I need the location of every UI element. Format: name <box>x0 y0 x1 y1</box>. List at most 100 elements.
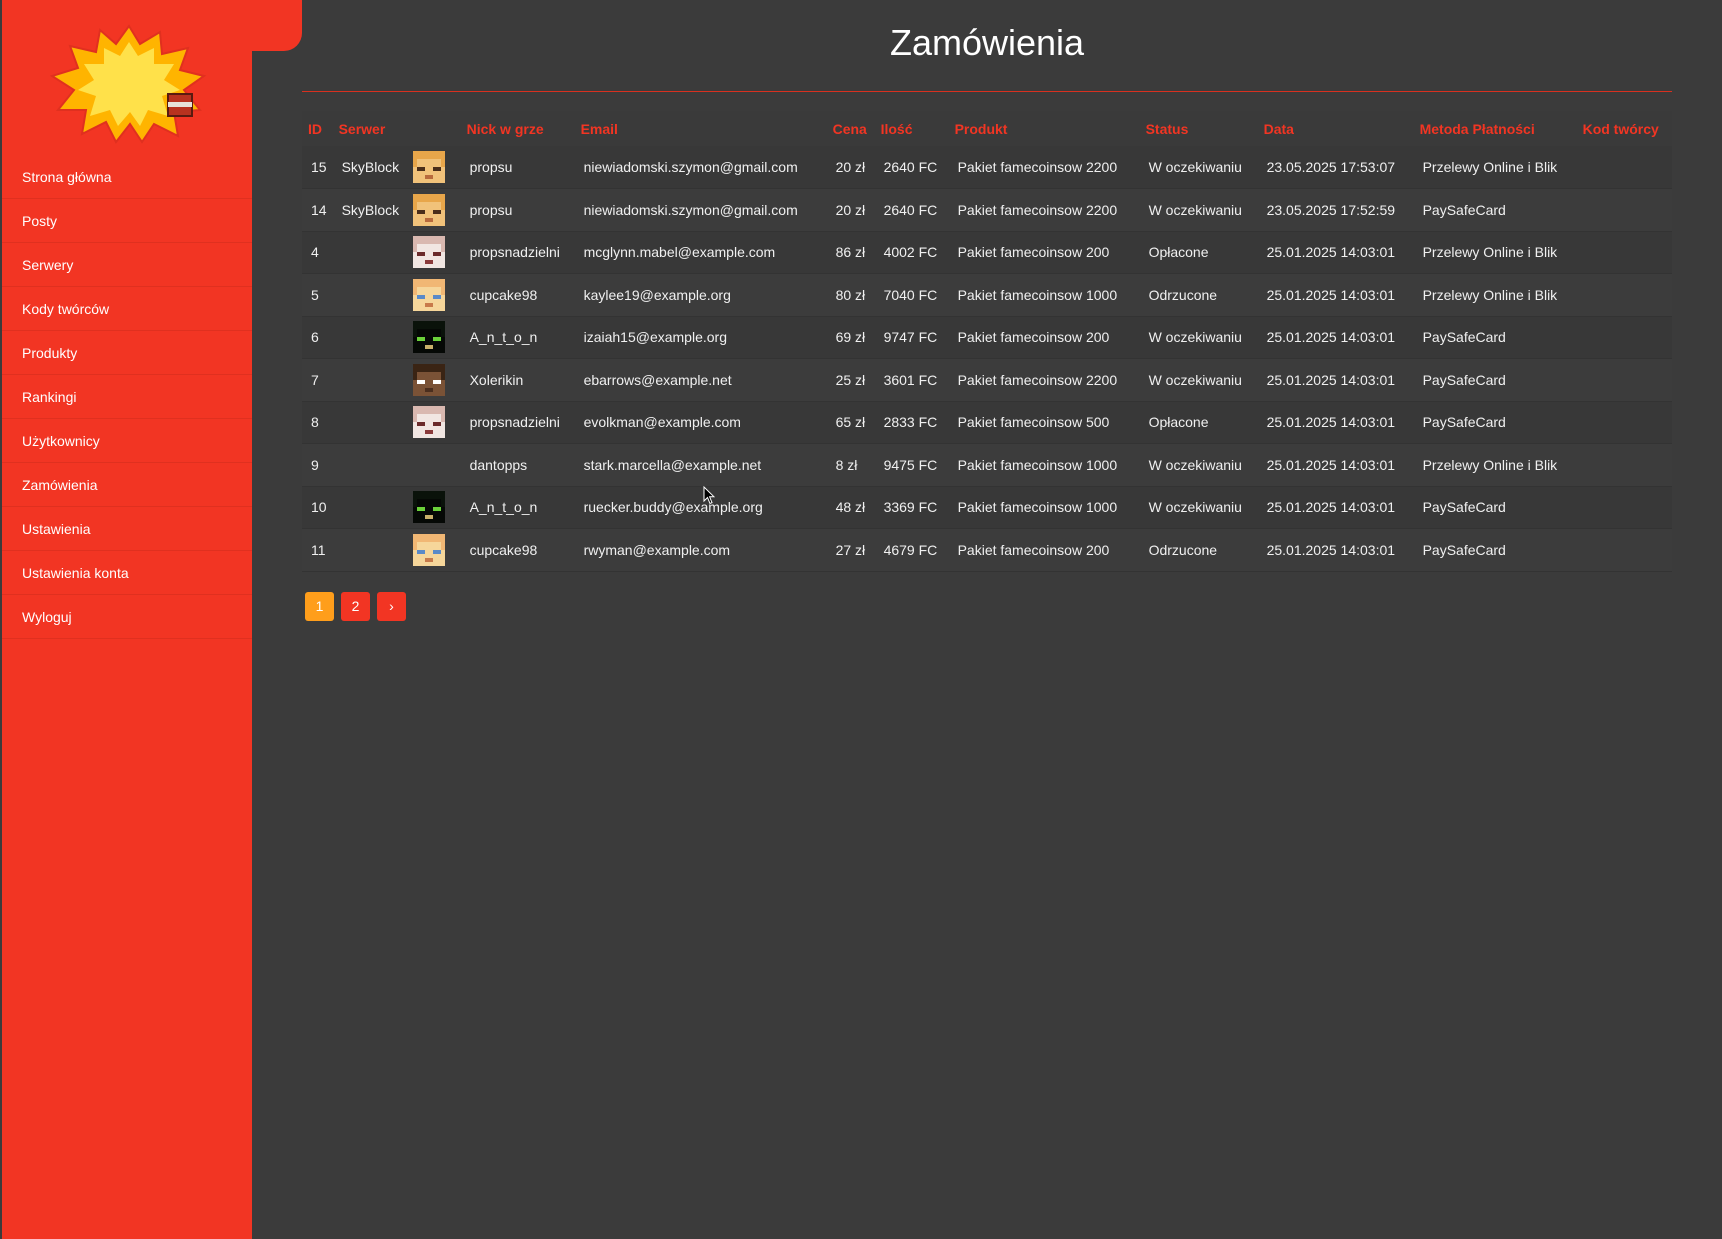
column-header-server[interactable]: Serwer <box>332 111 410 146</box>
order-nick: Xolerikin <box>460 358 575 402</box>
column-header-price[interactable]: Cena <box>826 111 875 146</box>
order-creator-code <box>1576 146 1672 189</box>
order-nick: propsnadzielni <box>460 231 575 274</box>
order-email: ebarrows@example.net <box>574 358 827 402</box>
player-avatar <box>409 528 461 572</box>
page-button-1[interactable]: 1 <box>305 591 334 621</box>
order-payment-method: Przelewy Online i Blik <box>1413 146 1577 189</box>
order-amount: 9475 FC <box>874 443 949 487</box>
order-price: 65 zł <box>826 401 875 444</box>
table-row[interactable]: 9 dantopps stark.marcella@example.net 8 zł 9… <box>302 443 1672 487</box>
sidebar-item-rankings[interactable]: Rankingi <box>2 375 252 419</box>
order-date: 25.01.2025 14:03:01 <box>1257 273 1414 317</box>
order-product: Pakiet famecoinsow 2200 <box>948 358 1140 402</box>
column-header-amount[interactable]: Ilość <box>874 111 949 146</box>
order-nick: A_n_t_o_n <box>460 316 575 359</box>
sidebar-item-orders[interactable]: Zamówienia <box>2 463 252 507</box>
order-nick: dantopps <box>460 443 575 487</box>
sidebar-item-posts[interactable]: Posty <box>2 199 252 243</box>
order-server <box>332 358 410 402</box>
order-nick: propsnadzielni <box>460 401 575 444</box>
order-payment-method: Przelewy Online i Blik <box>1413 273 1577 317</box>
sidebar-item-account-settings[interactable]: Ustawienia konta <box>2 551 252 595</box>
mouse-pointer-icon <box>703 486 715 505</box>
player-head-icon <box>412 321 445 354</box>
order-product: Pakiet famecoinsow 200 <box>948 316 1140 359</box>
famecraft-logo[interactable] <box>50 24 208 144</box>
order-status: Opłacone <box>1139 231 1258 274</box>
sidebar-item-servers[interactable]: Serwery <box>2 243 252 287</box>
order-creator-code <box>1576 231 1672 274</box>
table-row[interactable]: 15 SkyBlock propsu niewiadomski.szymon@gmai… <box>302 146 1672 189</box>
table-row[interactable]: 10 A_n_t_o_n ruecker.buddy@example.org 48 z… <box>302 486 1672 529</box>
order-product: Pakiet famecoinsow 1000 <box>948 443 1140 487</box>
table-row[interactable]: 6 A_n_t_o_n izaiah15@example.org 69 zł 9747 … <box>302 316 1672 359</box>
order-server <box>332 486 410 529</box>
order-email: evolkman@example.com <box>574 401 827 444</box>
column-header-date[interactable]: Data <box>1257 111 1414 146</box>
order-price: 25 zł <box>826 358 875 402</box>
sidebar-item-users[interactable]: Użytkownicy <box>2 419 252 463</box>
order-date: 25.01.2025 14:03:01 <box>1257 358 1414 402</box>
order-status: Opłacone <box>1139 401 1258 444</box>
column-header-status[interactable]: Status <box>1139 111 1258 146</box>
order-email: rwyman@example.com <box>574 528 827 572</box>
order-amount: 2640 FC <box>874 146 949 189</box>
table-row[interactable]: 5 cupcake98 kaylee19@example.org 80 zł 7040 … <box>302 273 1672 317</box>
table-row[interactable]: 8 propsnadzielni evolkman@example.com 65 zł… <box>302 401 1672 444</box>
player-avatar <box>409 358 461 402</box>
player-head-icon <box>412 236 445 269</box>
order-status: W oczekiwaniu <box>1139 486 1258 529</box>
order-status: W oczekiwaniu <box>1139 316 1258 359</box>
player-avatar <box>409 273 461 317</box>
order-payment-method: Przelewy Online i Blik <box>1413 443 1577 487</box>
order-amount: 2640 FC <box>874 188 949 232</box>
column-header-creator-code[interactable]: Kod twórcy <box>1576 111 1672 146</box>
order-creator-code <box>1576 443 1672 487</box>
table-row[interactable]: 7 Xolerikin ebarrows@example.net 25 zł 3601 … <box>302 358 1672 402</box>
column-header-email[interactable]: Email <box>574 111 827 146</box>
sidebar-corner-tab <box>250 0 302 51</box>
order-amount: 7040 FC <box>874 273 949 317</box>
order-email: stark.marcella@example.net <box>574 443 827 487</box>
player-avatar <box>409 188 461 232</box>
sidebar-item-logout[interactable]: Wyloguj <box>2 595 252 639</box>
order-price: 69 zł <box>826 316 875 359</box>
sidebar-item-creator-codes[interactable]: Kody twórców <box>2 287 252 331</box>
order-creator-code <box>1576 486 1672 529</box>
column-header-avatar <box>409 111 461 146</box>
column-header-nick[interactable]: Nick w grze <box>460 111 575 146</box>
order-server <box>332 273 410 317</box>
sidebar: Strona główna Posty Serwery Kody twórców… <box>2 0 252 1239</box>
player-avatar <box>409 486 461 529</box>
column-header-payment-method[interactable]: Metoda Płatności <box>1413 111 1577 146</box>
page-button-2[interactable]: 2 <box>341 591 370 621</box>
order-status: W oczekiwaniu <box>1139 188 1258 232</box>
table-header-row: ID Serwer Nick w grze Email Cena Ilość P… <box>302 111 1672 146</box>
next-page-button[interactable]: › <box>377 591 406 621</box>
player-avatar <box>409 231 461 274</box>
table-row[interactable]: 4 propsnadzielni mcglynn.mabel@example.com… <box>302 231 1672 274</box>
column-header-product[interactable]: Produkt <box>948 111 1140 146</box>
order-server <box>332 443 410 487</box>
sidebar-item-settings[interactable]: Ustawienia <box>2 507 252 551</box>
column-header-id[interactable]: ID <box>302 111 333 146</box>
player-avatar <box>409 401 461 444</box>
order-creator-code <box>1576 188 1672 232</box>
order-status: W oczekiwaniu <box>1139 146 1258 189</box>
order-nick: propsu <box>460 146 575 189</box>
player-head-icon <box>412 151 445 183</box>
sidebar-item-home[interactable]: Strona główna <box>2 155 252 199</box>
order-server: SkyBlock <box>332 188 410 232</box>
order-creator-code <box>1576 273 1672 317</box>
order-date: 25.01.2025 14:03:01 <box>1257 528 1414 572</box>
order-nick: propsu <box>460 188 575 232</box>
order-payment-method: PaySafeCard <box>1413 486 1577 529</box>
sidebar-item-products[interactable]: Produkty <box>2 331 252 375</box>
order-amount: 4002 FC <box>874 231 949 274</box>
table-row[interactable]: 11 cupcake98 rwyman@example.com 27 zł 4679 F… <box>302 528 1672 572</box>
table-row[interactable]: 14 SkyBlock propsu niewiadomski.szymon@gmai… <box>302 188 1672 232</box>
order-product: Pakiet famecoinsow 2200 <box>948 146 1140 189</box>
player-head-icon <box>412 363 445 396</box>
order-product: Pakiet famecoinsow 1000 <box>948 273 1140 317</box>
